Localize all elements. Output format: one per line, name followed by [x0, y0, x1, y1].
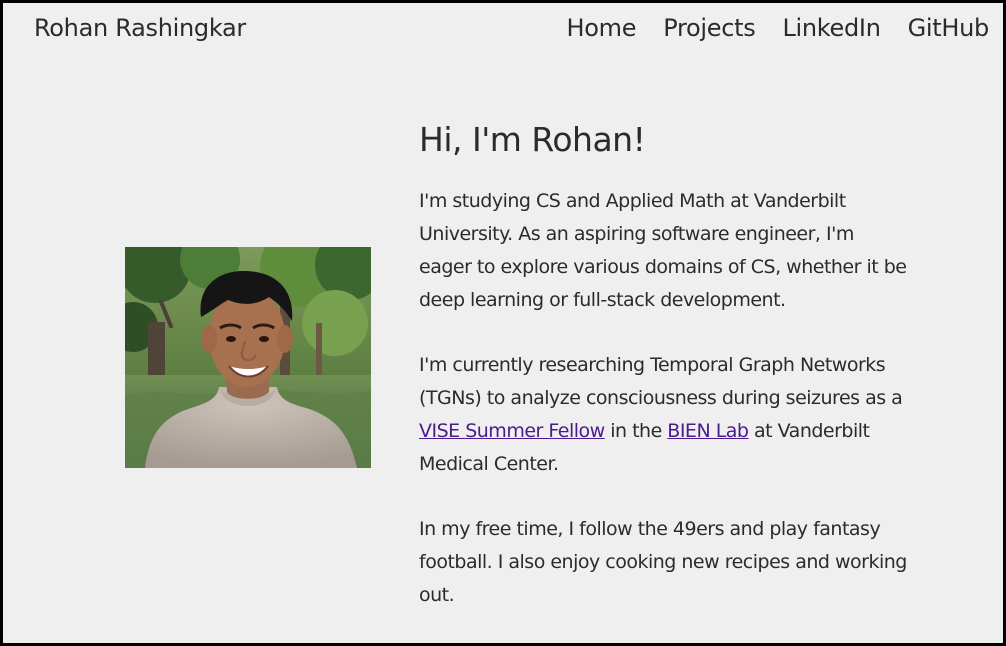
intro-content: Hi, I'm Rohan! I'm studying CS and Appli…	[419, 117, 909, 612]
research-paragraph: I'm currently researching Temporal Graph…	[419, 349, 909, 481]
nav-projects[interactable]: Projects	[663, 14, 756, 42]
nav-github[interactable]: GitHub	[908, 14, 990, 42]
page: Rohan Rashingkar Home Projects LinkedIn …	[3, 3, 1003, 643]
research-text-middle: in the	[604, 420, 668, 442]
nav-linkedin[interactable]: LinkedIn	[782, 14, 880, 42]
top-nav: Home Projects LinkedIn GitHub	[567, 14, 990, 42]
vise-fellow-link[interactable]: VISE Summer Fellow	[419, 420, 605, 442]
profile-photo-art	[125, 247, 371, 468]
research-text-before: I'm currently researching Temporal Graph…	[419, 354, 903, 409]
hobbies-paragraph: In my free time, I follow the 49ers and …	[419, 518, 907, 606]
page-title: Hi, I'm Rohan!	[419, 120, 646, 159]
bien-lab-link[interactable]: BIEN Lab	[667, 420, 749, 442]
profile-photo	[125, 247, 371, 468]
intro-paragraph: I'm studying CS and Applied Math at Vand…	[419, 190, 907, 311]
site-brand[interactable]: Rohan Rashingkar	[34, 14, 246, 42]
nav-home[interactable]: Home	[567, 14, 637, 42]
